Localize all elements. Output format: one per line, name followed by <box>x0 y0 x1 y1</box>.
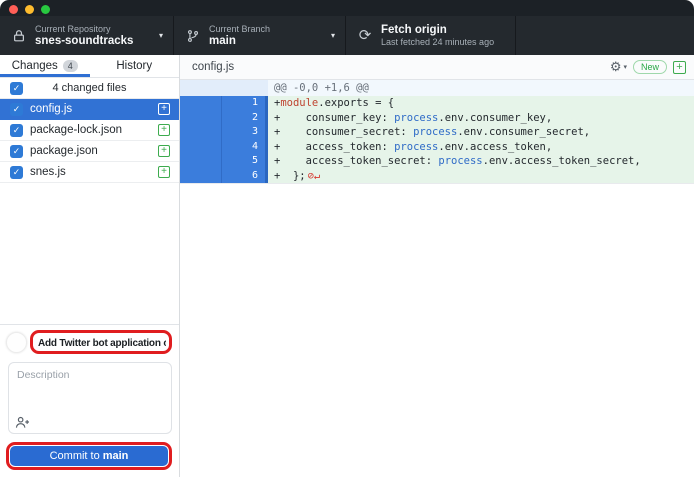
changed-files-header: ✓ 4 changed files <box>0 78 179 99</box>
hunk-gutter <box>180 80 268 96</box>
file-row-snes-js[interactable]: ✓ snes.js + <box>0 162 179 183</box>
diff-line-5: 5 + access_token_secret: process.env.acc… <box>180 154 694 169</box>
file-added-icon: + <box>158 103 170 115</box>
line-number: 2 <box>222 111 265 126</box>
diff-line-2: 2 + consumer_key: process.env.consumer_k… <box>180 111 694 126</box>
sidebar-spacer <box>0 183 179 324</box>
line-gutter[interactable]: 3 <box>180 125 268 140</box>
tab-changes-label: Changes <box>12 60 58 72</box>
file-row-package-lock-json[interactable]: ✓ package-lock.json + <box>0 120 179 141</box>
commit-form: Commit to main <box>0 324 179 477</box>
avatar <box>6 332 27 353</box>
file-added-icon: + <box>158 145 170 157</box>
line-gutter[interactable]: 4 <box>180 140 268 155</box>
toolbar: Current Repository snes-soundtracks ▾ Cu… <box>0 16 694 55</box>
hunk-header-text: @@ -0,0 +1,6 @@ <box>268 80 694 96</box>
file-checkbox[interactable]: ✓ <box>10 166 23 179</box>
line-code: + consumer_secret: process.env.consumer_… <box>268 125 694 140</box>
repository-name: snes-soundtracks <box>35 35 133 48</box>
line-code: +module.exports = { <box>268 96 694 111</box>
github-desktop-window: Current Repository snes-soundtracks ▾ Cu… <box>0 0 694 477</box>
commit-button-branch: main <box>103 450 129 462</box>
file-checkbox[interactable]: ✓ <box>10 124 23 137</box>
current-repository-button[interactable]: Current Repository snes-soundtracks ▾ <box>0 16 173 55</box>
chevron-down-icon: ▾ <box>623 63 627 71</box>
commit-button-label: Commit to <box>50 450 100 462</box>
annotation-highlight-summary <box>30 330 172 354</box>
line-gutter[interactable]: 2 <box>180 111 268 126</box>
close-window-button[interactable] <box>9 5 18 14</box>
diff-body: @@ -0,0 +1,6 @@ 1 +module.exports = { 2 … <box>180 80 694 183</box>
commit-summary-input[interactable] <box>35 336 167 351</box>
line-number: 5 <box>222 154 265 169</box>
fetch-label: Fetch origin <box>381 24 494 37</box>
line-number: 1 <box>222 96 265 111</box>
branch-label: Current Branch <box>209 24 270 35</box>
branch-name: main <box>209 35 270 48</box>
chevron-down-icon: ▾ <box>153 31 163 40</box>
titlebar <box>0 0 694 16</box>
line-gutter[interactable]: 5 <box>180 154 268 169</box>
branch-icon <box>184 29 202 43</box>
tab-history[interactable]: History <box>90 55 180 77</box>
commit-to-main-button[interactable]: Commit to main <box>10 446 168 466</box>
file-name: package.json <box>30 145 98 157</box>
commit-description-input[interactable] <box>9 363 171 413</box>
line-gutter[interactable]: 1 <box>180 96 268 111</box>
no-newline-icon: ⊘↵ <box>306 170 321 182</box>
diff-file-name: config.js <box>192 61 234 73</box>
commit-description-box <box>8 362 172 434</box>
file-row-config-js[interactable]: ✓ config.js + <box>0 99 179 120</box>
fetch-sublabel: Last fetched 24 minutes ago <box>381 37 494 48</box>
file-added-icon: + <box>158 124 170 136</box>
diff-line-3: 3 + consumer_secret: process.env.consume… <box>180 125 694 140</box>
diff-header: config.js ⚙ ▾ New + <box>180 55 694 80</box>
line-code: + consumer_key: process.env.consumer_key… <box>268 111 694 126</box>
expand-diff-button[interactable]: + <box>673 61 686 74</box>
chevron-down-icon: ▾ <box>325 31 335 40</box>
line-gutter[interactable]: 6 <box>180 169 268 184</box>
file-name: config.js <box>30 103 72 115</box>
tab-history-label: History <box>116 60 152 72</box>
tab-changes[interactable]: Changes 4 <box>0 55 90 77</box>
changes-sidebar: Changes 4 History ✓ 4 changed files ✓ co… <box>0 55 180 477</box>
line-number: 6 <box>222 169 265 184</box>
toolbar-spacer <box>515 16 694 55</box>
line-number: 3 <box>222 125 265 140</box>
line-number: 4 <box>222 140 265 155</box>
diff-line-1: 1 +module.exports = { <box>180 96 694 111</box>
minimize-window-button[interactable] <box>25 5 34 14</box>
add-coauthor-button[interactable] <box>15 416 30 429</box>
file-name: package-lock.json <box>30 124 122 136</box>
diff-options-button[interactable]: ⚙ ▾ <box>610 59 627 75</box>
sidebar-tabs: Changes 4 History <box>0 55 179 78</box>
diff-panel: config.js ⚙ ▾ New + @@ -0,0 +1,6 @@ 1 <box>180 55 694 477</box>
line-code: + };⊘↵ <box>268 169 694 184</box>
file-row-package-json[interactable]: ✓ package.json + <box>0 141 179 162</box>
changes-count-badge: 4 <box>63 60 78 72</box>
line-code: + access_token: process.env.access_token… <box>268 140 694 155</box>
annotation-highlight-commit: Commit to main <box>6 442 172 470</box>
fetch-origin-button[interactable]: ⟳ Fetch origin Last fetched 24 minutes a… <box>345 16 515 55</box>
new-file-badge: New <box>633 60 667 74</box>
file-checkbox[interactable]: ✓ <box>10 103 23 116</box>
diff-line-4: 4 + access_token: process.env.access_tok… <box>180 140 694 155</box>
diff-empty-area <box>180 183 694 477</box>
file-name: snes.js <box>30 166 66 178</box>
file-added-icon: + <box>158 166 170 178</box>
diff-line-6: 6 + };⊘↵ <box>180 169 694 184</box>
zoom-window-button[interactable] <box>41 5 50 14</box>
changed-files-count: 4 changed files <box>0 82 179 94</box>
select-all-checkbox[interactable]: ✓ <box>10 82 23 95</box>
hunk-header-row: @@ -0,0 +1,6 @@ <box>180 80 694 96</box>
sync-icon: ⟳ <box>356 28 374 43</box>
gear-icon: ⚙ <box>610 59 622 75</box>
current-branch-button[interactable]: Current Branch main ▾ <box>173 16 345 55</box>
repository-label: Current Repository <box>35 24 133 35</box>
file-checkbox[interactable]: ✓ <box>10 145 23 158</box>
lock-icon <box>10 29 28 43</box>
line-code: + access_token_secret: process.env.acces… <box>268 154 694 169</box>
